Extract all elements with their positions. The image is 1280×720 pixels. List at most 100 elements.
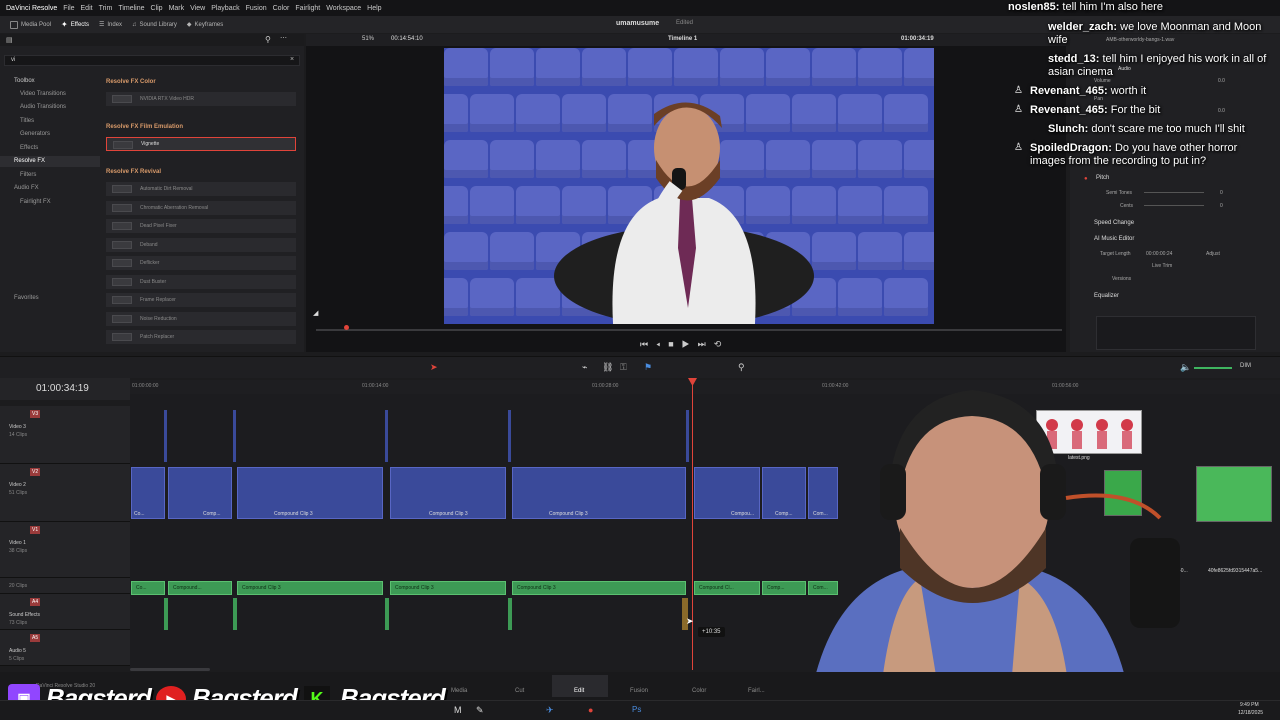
- menu-trim[interactable]: Trim: [99, 5, 113, 12]
- audio-clip[interactable]: Compound...: [168, 581, 232, 595]
- menu-fairlight[interactable]: Fairlight: [295, 5, 320, 12]
- fx-frame-replacer[interactable]: Frame Replacer: [106, 293, 296, 307]
- sound-library-button[interactable]: ♫ Sound Library: [132, 22, 177, 28]
- track-id[interactable]: A5: [30, 634, 41, 642]
- menu-timeline[interactable]: Timeline: [118, 5, 144, 12]
- play-icon[interactable]: ▶: [682, 339, 698, 349]
- timeline-name[interactable]: Timeline 1: [668, 36, 697, 42]
- menu-color[interactable]: Color: [273, 5, 290, 12]
- viewer-scrubber[interactable]: [316, 329, 1062, 331]
- fx-noise-reduction[interactable]: Noise Reduction: [106, 312, 296, 326]
- tree-video-transitions[interactable]: Video Transitions: [20, 91, 66, 97]
- more-options-icon[interactable]: ⋯: [280, 34, 287, 42]
- tree-filters[interactable]: Filters: [20, 172, 36, 178]
- page-fusion[interactable]: Fusion: [630, 688, 648, 694]
- zoom-level[interactable]: 51%: [362, 36, 374, 42]
- go-to-end-icon[interactable]: ⏭: [698, 339, 714, 349]
- menu-edit[interactable]: Edit: [81, 5, 93, 12]
- pitch-enable-dot[interactable]: ●: [1084, 176, 1088, 182]
- category-resolve-fx-color[interactable]: Resolve FX Color: [106, 79, 156, 85]
- dim-button[interactable]: DIM: [1240, 363, 1251, 369]
- speaker-icon[interactable]: 🔈: [1180, 362, 1191, 373]
- tree-effects[interactable]: Effects: [20, 145, 38, 151]
- video-clip[interactable]: Comp...: [168, 467, 232, 519]
- live-trim-toggle[interactable]: Live Trim: [1152, 263, 1172, 269]
- flag-icon[interactable]: ⚑: [644, 362, 652, 373]
- v3-clip[interactable]: [164, 410, 167, 462]
- tree-titles[interactable]: Titles: [20, 118, 34, 124]
- v3-clip[interactable]: [233, 410, 236, 462]
- taskbar-app-icon[interactable]: M: [454, 705, 462, 715]
- video-clip[interactable]: Compound Clip 3: [237, 467, 383, 519]
- panel-toggle-icon[interactable]: ▤: [6, 36, 13, 44]
- go-to-start-icon[interactable]: ⏮: [640, 339, 656, 349]
- v3-clip[interactable]: [686, 410, 689, 462]
- fx-vignette[interactable]: Vignette: [106, 137, 296, 151]
- v3-clip[interactable]: [508, 410, 511, 462]
- menu-help[interactable]: Help: [367, 5, 381, 12]
- menu-fusion[interactable]: Fusion: [246, 5, 267, 12]
- taskbar-app-icon[interactable]: ●: [588, 705, 593, 715]
- video-clip[interactable]: Compou...: [694, 467, 760, 519]
- index-button[interactable]: ☰ Index: [99, 21, 122, 29]
- tree-generators[interactable]: Generators: [20, 131, 50, 137]
- timeline-timecode[interactable]: 01:00:34:19: [36, 383, 89, 394]
- taskbar-app-icon[interactable]: ✎: [476, 705, 484, 716]
- stop-icon[interactable]: ■: [668, 339, 681, 349]
- tree-favorites[interactable]: Favorites: [14, 295, 39, 301]
- fx-deflicker[interactable]: Deflicker: [106, 256, 296, 270]
- pitch-header[interactable]: Pitch: [1096, 175, 1109, 181]
- menu-file[interactable]: File: [63, 5, 74, 12]
- fx-patch-replacer[interactable]: Patch Replacer: [106, 330, 296, 344]
- keyframes-button[interactable]: ◆ Keyframes: [187, 21, 223, 29]
- loop-icon[interactable]: ⟲: [714, 339, 730, 349]
- taskbar-app-icon[interactable]: Ps: [632, 705, 641, 714]
- master-volume-slider[interactable]: [1194, 367, 1232, 369]
- category-film-emulation[interactable]: Resolve FX Film Emulation: [106, 124, 183, 130]
- sfx-clip[interactable]: [233, 598, 237, 630]
- tree-toolbox[interactable]: Toolbox: [14, 78, 35, 84]
- menu-workspace[interactable]: Workspace: [326, 5, 361, 12]
- menu-app[interactable]: DaVinci Resolve: [6, 5, 57, 12]
- audio-clip[interactable]: Compound Clip 3: [237, 581, 383, 595]
- video-clip[interactable]: Co...: [131, 467, 165, 519]
- page-color[interactable]: Color: [692, 688, 706, 694]
- scrubber-playhead[interactable]: [344, 325, 349, 330]
- selection-tool-icon[interactable]: ➤: [430, 362, 438, 373]
- fx-chromatic-aberration[interactable]: Chromatic Aberration Removal: [106, 201, 296, 215]
- sfx-clip[interactable]: [385, 598, 389, 630]
- track-id[interactable]: A4: [30, 598, 41, 606]
- menu-view[interactable]: View: [190, 5, 205, 12]
- tree-resolve-fx[interactable]: Resolve FX: [14, 158, 45, 164]
- fx-deband[interactable]: Deband: [106, 238, 296, 252]
- fx-nvidia-rtx[interactable]: NVIDIA RTX Video HDR: [106, 92, 296, 106]
- fx-dust-buster[interactable]: Dust Buster: [106, 275, 296, 289]
- tree-audio-fx[interactable]: Audio FX: [14, 185, 39, 191]
- menu-playback[interactable]: Playback: [211, 5, 239, 12]
- semitones-value[interactable]: 0: [1220, 190, 1223, 196]
- pan-value[interactable]: 0.0: [1218, 108, 1225, 114]
- cents-value[interactable]: 0: [1220, 203, 1223, 209]
- page-fairlight[interactable]: Fairl...: [748, 688, 765, 694]
- target-length-value[interactable]: 00:00:00:24: [1146, 251, 1172, 257]
- page-edit[interactable]: Edit: [574, 688, 584, 694]
- tree-audio-transitions[interactable]: Audio Transitions: [20, 104, 66, 110]
- snap-icon[interactable]: ⌁: [582, 362, 587, 373]
- sfx-clip[interactable]: [164, 598, 168, 630]
- track-id[interactable]: V1: [30, 526, 41, 534]
- viewer-frame[interactable]: [444, 48, 934, 324]
- search-icon[interactable]: ⚲: [265, 35, 271, 44]
- taskbar-app-icon[interactable]: ✈: [546, 705, 554, 716]
- adjust-button[interactable]: Adjust: [1206, 251, 1220, 257]
- video-clip[interactable]: Compound Clip 3: [390, 467, 506, 519]
- cents-slider[interactable]: [1144, 205, 1204, 206]
- overlay-image-green-2[interactable]: [1196, 466, 1272, 522]
- effects-search-input[interactable]: vi ×: [4, 55, 300, 66]
- ai-music-editor-header[interactable]: AI Music Editor: [1094, 236, 1134, 242]
- equalizer-graph[interactable]: [1096, 316, 1256, 350]
- menu-mark[interactable]: Mark: [169, 5, 185, 12]
- menu-clip[interactable]: Clip: [151, 5, 163, 12]
- page-media[interactable]: Media: [451, 688, 467, 694]
- category-revival[interactable]: Resolve FX Revival: [106, 169, 161, 175]
- fx-dead-pixel-fixer[interactable]: Dead Pixel Fixer: [106, 219, 296, 233]
